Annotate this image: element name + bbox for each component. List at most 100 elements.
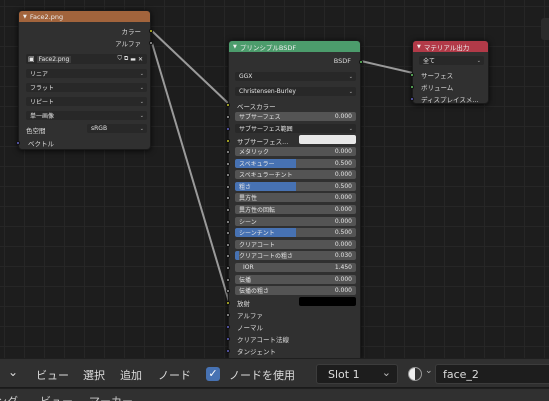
slider-input-socket[interactable]	[226, 289, 230, 294]
image-node-header[interactable]: ▼ Face2.png	[19, 11, 150, 22]
slider-value: 0.000	[334, 240, 352, 248]
extension-dropdown[interactable]: リピート ⌄	[26, 97, 147, 106]
interpolation-value: リニア	[30, 71, 49, 78]
menu-view[interactable]: ビュー	[36, 367, 69, 383]
menu-node[interactable]: ノード	[158, 367, 191, 383]
slot-value: Slot 1	[328, 368, 360, 381]
chevron-down-icon: ⌄	[348, 88, 353, 95]
lower-menu-view[interactable]: ビュー	[40, 393, 73, 401]
emission-color-swatch[interactable]	[299, 297, 356, 306]
normal-input-label: ノーマル	[237, 324, 263, 332]
bsdf-node-header[interactable]: ▼ プリンシプルBSDF	[229, 41, 360, 52]
material-output-node[interactable]: ▼ マテリアル出力 全て ⌄ サーフェス ボリューム ディスプレイスメ...	[410, 40, 489, 104]
subsurface-color-input-socket[interactable]	[226, 139, 230, 143]
lower-menu-marker[interactable]: マーカー	[89, 393, 133, 401]
slot-dropdown[interactable]: Slot 1 ⌄	[316, 364, 398, 384]
open-folder-icon[interactable]: ▬	[130, 56, 136, 63]
fake-user-shield-icon[interactable]: ⛉	[117, 55, 122, 63]
bsdf-node-title: プリンシプルBSDF	[239, 43, 297, 52]
projection-dropdown[interactable]: フラット ⌄	[26, 83, 147, 92]
slider-input-socket[interactable]	[226, 277, 230, 282]
tangent-input-socket[interactable]	[226, 349, 230, 353]
subsurface-color-swatch[interactable]	[299, 135, 356, 144]
image-browse-icon[interactable]: ▣	[28, 55, 35, 63]
slider-input-socket[interactable]	[226, 242, 230, 247]
slider-input-socket[interactable]	[226, 173, 230, 178]
slider-label: 粗さ	[239, 183, 252, 191]
collapse-chevron-icon[interactable]: ▼	[233, 44, 237, 50]
slider-input-socket[interactable]	[226, 184, 230, 189]
surface-input-socket[interactable]	[410, 73, 414, 77]
use-nodes-checkbox[interactable]: ✓	[206, 367, 220, 381]
bsdf-slider[interactable]: 粗さ 0.500	[235, 181, 356, 191]
menu-add[interactable]: 追加	[120, 367, 142, 383]
alpha-output-socket[interactable]	[149, 41, 153, 45]
sidebar-toggle[interactable]	[541, 18, 549, 40]
color-space-value: sRGB	[91, 125, 108, 132]
source-dropdown[interactable]: 単一画像 ⌄	[26, 111, 147, 120]
image-texture-node[interactable]: ▼ Face2.png カラー アルファ ▣ Face2.png ⛉ ⧉ ▬ ✕…	[16, 10, 153, 150]
target-dropdown[interactable]: 全て ⌄	[419, 56, 484, 65]
use-nodes-label[interactable]: ノードを使用	[229, 367, 295, 383]
vector-input-socket[interactable]	[16, 141, 20, 145]
alpha-input-label: アルファ	[237, 312, 263, 320]
bsdf-slider[interactable]: クリアコート 0.000	[235, 239, 356, 249]
editor-type-chevron-icon[interactable]: ⌄	[8, 365, 18, 379]
subsurface-slider[interactable]: サブサーフェス 0.000	[235, 112, 356, 121]
subsurface-radius-input-socket[interactable]	[226, 127, 230, 131]
bsdf-slider[interactable]: 異方性の回転 0.000	[235, 205, 356, 214]
bsdf-slider[interactable]: スペキュラーチント 0.000	[235, 170, 356, 180]
duplicate-image-icon[interactable]: ⧉	[124, 55, 128, 63]
slider-input-socket[interactable]	[226, 266, 230, 270]
material-name-field[interactable]: face_2	[435, 364, 549, 384]
output-node-header[interactable]: ▼ マテリアル出力	[413, 41, 488, 52]
color-output-socket[interactable]	[149, 29, 153, 33]
slider-input-socket[interactable]	[226, 161, 230, 166]
bsdf-slider[interactable]: スペキュラー 0.500	[235, 158, 356, 168]
interpolation-dropdown[interactable]: リニア ⌄	[26, 69, 147, 78]
image-name-field[interactable]: Face2.png	[36, 55, 72, 63]
subsurface-input-socket[interactable]	[226, 115, 230, 119]
slider-input-socket[interactable]	[226, 219, 230, 224]
volume-input-socket[interactable]	[410, 85, 414, 89]
displacement-input-socket[interactable]	[410, 97, 414, 101]
menu-select[interactable]: 選択	[83, 367, 105, 383]
slider-input-socket[interactable]	[226, 254, 230, 259]
bsdf-output-socket[interactable]	[359, 60, 363, 64]
bsdf-slider[interactable]: 伝播 0.000	[235, 274, 356, 284]
base-color-input-socket[interactable]	[226, 103, 230, 107]
slider-value: 0.000	[334, 275, 352, 283]
slider-input-socket[interactable]	[226, 150, 230, 154]
alpha-input-socket[interactable]	[226, 313, 230, 317]
slider-label: スペキュラー	[239, 160, 275, 168]
bsdf-slider[interactable]: 伝播の粗さ 0.000	[235, 286, 356, 296]
material-name-value: face_2	[443, 368, 479, 381]
normal-input-socket[interactable]	[226, 325, 230, 329]
chevron-down-icon: ⌄	[139, 84, 144, 91]
bsdf-slider[interactable]: クリアコートの粗さ 0.030	[235, 251, 356, 261]
slider-label: クリアコート	[239, 241, 276, 249]
lower-menu-truncated[interactable]: ング	[0, 393, 18, 401]
bsdf-slider[interactable]: シーン 0.000	[235, 216, 356, 226]
slider-input-socket[interactable]	[226, 231, 230, 236]
slider-input-socket[interactable]	[226, 208, 230, 212]
bsdf-slider[interactable]: シーンチント 0.500	[235, 228, 356, 238]
emission-input-socket[interactable]	[226, 301, 230, 305]
bsdf-slider[interactable]: IOR 1.450	[235, 263, 356, 272]
image-selector[interactable]: ▣ Face2.png ⛉ ⧉ ▬ ✕	[26, 54, 147, 64]
bsdf-slider[interactable]: メタリック 0.000	[235, 147, 356, 156]
collapse-chevron-icon[interactable]: ▼	[417, 44, 421, 50]
collapse-chevron-icon[interactable]: ▼	[23, 14, 27, 20]
clearcoat-normal-input-socket[interactable]	[226, 337, 230, 341]
color-space-dropdown[interactable]: sRGB ⌄	[87, 124, 147, 133]
bsdf-slider[interactable]: 異方性 0.000	[235, 193, 356, 203]
subsurface-radius-dropdown[interactable]: サブサーフェス範囲 ⌄	[235, 124, 356, 133]
material-browse-icon[interactable]	[408, 367, 422, 381]
distribution-dropdown[interactable]: GGX ⌄	[235, 72, 356, 81]
node-editor-canvas[interactable]: ▼ Face2.png カラー アルファ ▣ Face2.png ⛉ ⧉ ▬ ✕…	[0, 0, 549, 358]
principled-bsdf-node[interactable]: ▼ プリンシプルBSDF BSDF GGX ⌄ Christensen-Burl…	[226, 40, 363, 358]
subsurface-method-dropdown[interactable]: Christensen-Burley ⌄	[235, 87, 356, 96]
slider-input-socket[interactable]	[226, 196, 230, 201]
unlink-close-icon[interactable]: ✕	[138, 56, 143, 63]
slider-value: 1.450	[334, 264, 352, 271]
